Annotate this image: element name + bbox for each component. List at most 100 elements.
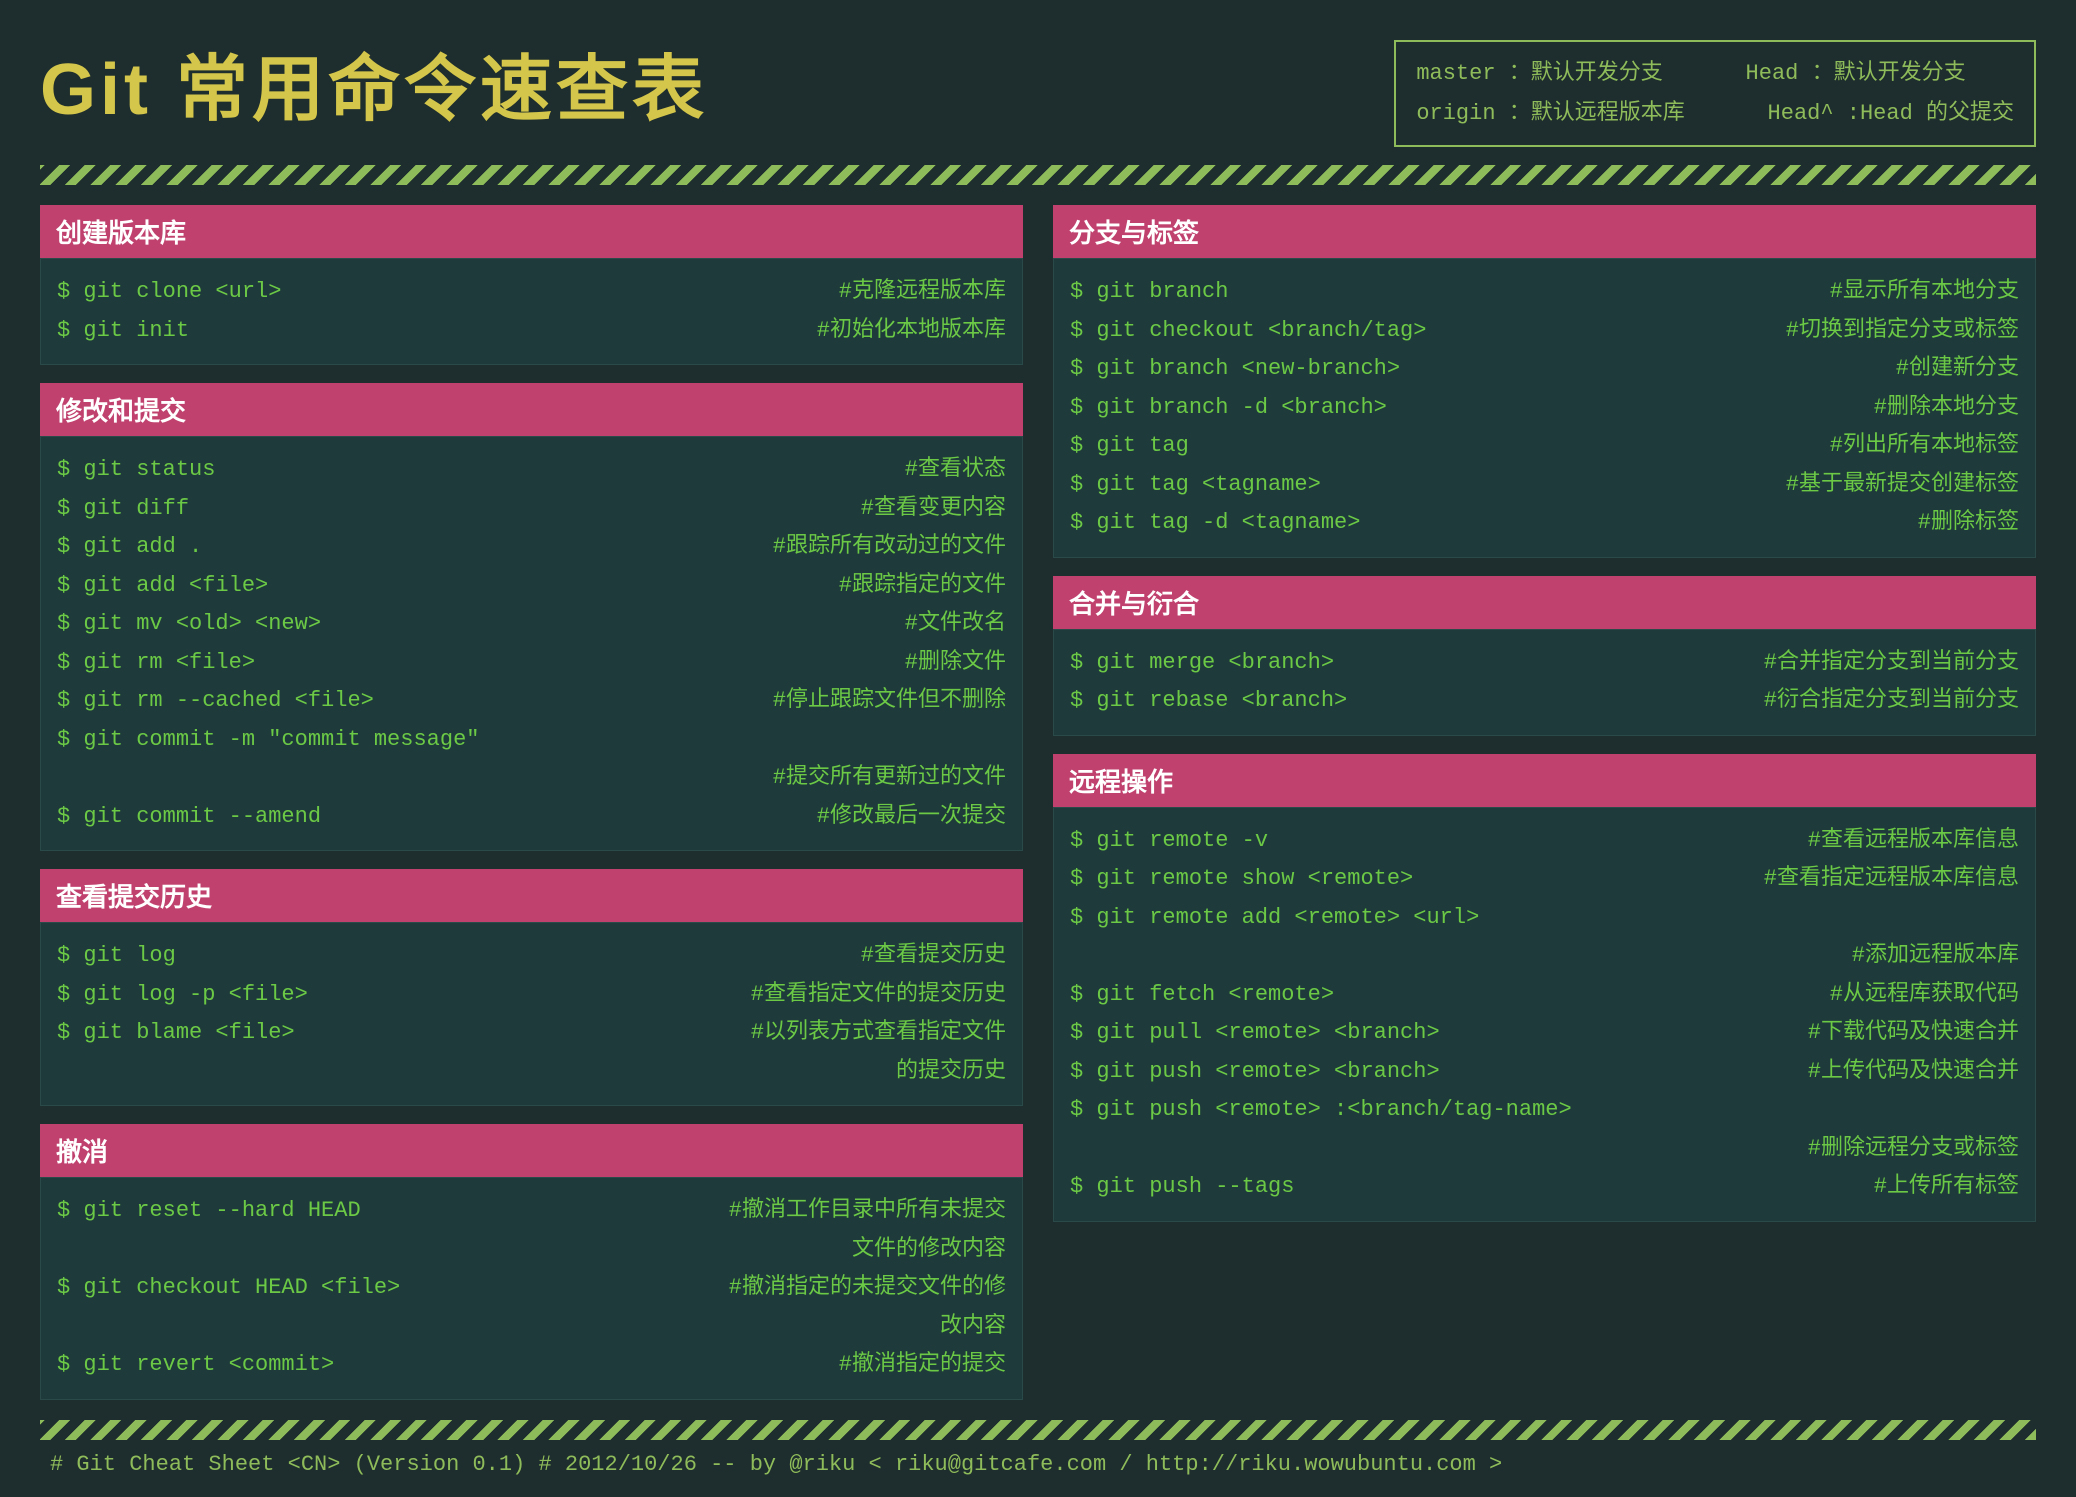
page-title: Git 常用命令速查表 — [40, 30, 708, 135]
section-remote-body: $ git remote -v #查看远程版本库信息 $ git remote … — [1053, 807, 2036, 1222]
cmd-row: $ git add . #跟踪所有改动过的文件 — [57, 528, 1006, 567]
cmd-row: $ git push --tags #上传所有标签 — [1070, 1168, 2019, 1207]
cmd-text: $ git pull <remote> <branch> — [1070, 1014, 1440, 1053]
cmd-row: $ git branch #显示所有本地分支 — [1070, 273, 2019, 312]
cmd-row: $ git log #查看提交历史 — [57, 937, 1006, 976]
cmd-text: $ git remote show <remote> — [1070, 860, 1413, 899]
cmd-text: $ git remote add <remote> <url> — [1070, 899, 1479, 938]
cmd-text: $ git blame <file> — [57, 1014, 295, 1053]
cmd-text: $ git commit --amend — [57, 798, 321, 837]
page-wrapper: Git 常用命令速查表 master ：默认开发分支 Head ：默认开发分支 … — [0, 0, 2076, 1497]
cmd-comment: #基于最新提交创建标签 — [1786, 466, 2019, 505]
right-column: 分支与标签 $ git branch #显示所有本地分支 $ git check… — [1053, 205, 2036, 1400]
section-view-history-title: 查看提交历史 — [40, 869, 1023, 922]
cmd-text: $ git commit -m "commit message" — [57, 721, 479, 760]
cmd-row: #添加远程版本库 — [1070, 937, 2019, 976]
cmd-text: $ git remote -v — [1070, 822, 1268, 861]
cmd-text: $ git fetch <remote> — [1070, 976, 1334, 1015]
cmd-text: $ git rm --cached <file> — [57, 682, 374, 721]
cmd-text: $ git branch -d <branch> — [1070, 389, 1387, 428]
cmd-row: $ git branch <new-branch> #创建新分支 — [1070, 350, 2019, 389]
cmd-text: $ git init — [57, 312, 189, 351]
cmd-text: $ git merge <branch> — [1070, 644, 1334, 683]
cmd-text: $ git tag — [1070, 427, 1189, 466]
cmd-comment: #查看远程版本库信息 — [1808, 822, 2019, 861]
cmd-row: $ git remote -v #查看远程版本库信息 — [1070, 822, 2019, 861]
cmd-row: $ git commit -m "commit message" — [57, 721, 1006, 760]
cmd-row: $ git rm <file> #删除文件 — [57, 644, 1006, 683]
cmd-row: $ git clone <url> #克隆远程版本库 — [57, 273, 1006, 312]
cmd-row: $ git reset --hard HEAD #撤消工作目录中所有未提交 — [57, 1192, 1006, 1231]
cmd-text: $ git status — [57, 451, 215, 490]
section-undo: 撤消 $ git reset --hard HEAD #撤消工作目录中所有未提交… — [40, 1124, 1023, 1400]
cmd-comment: #删除标签 — [1918, 504, 2019, 543]
cmd-comment: #显示所有本地分支 — [1830, 273, 2019, 312]
cmd-comment: #查看指定远程版本库信息 — [1764, 860, 2019, 899]
legend-row-1: master ：默认开发分支 Head ：默认开发分支 — [1416, 54, 2014, 94]
cmd-row: #提交所有更新过的文件 — [57, 759, 1006, 798]
section-modify-commit-title: 修改和提交 — [40, 383, 1023, 436]
cmd-comment: #查看指定文件的提交历史 — [751, 976, 1006, 1015]
cmd-comment: #查看提交历史 — [861, 937, 1006, 976]
cmd-comment: #跟踪所有改动过的文件 — [773, 528, 1006, 567]
section-modify-commit-body: $ git status #查看状态 $ git diff #查看变更内容 $ … — [40, 436, 1023, 851]
cmd-row: $ git tag -d <tagname> #删除标签 — [1070, 504, 2019, 543]
cmd-text: $ git mv <old> <new> — [57, 605, 321, 644]
section-create-repo: 创建版本库 $ git clone <url> #克隆远程版本库 $ git i… — [40, 205, 1023, 365]
cmd-row: $ git merge <branch> #合并指定分支到当前分支 — [1070, 644, 2019, 683]
top-divider — [40, 165, 2036, 185]
cmd-comment: #提交所有更新过的文件 — [773, 759, 1006, 798]
section-branch-tag-title: 分支与标签 — [1053, 205, 2036, 258]
legend-head: Head ：默认开发分支 — [1693, 54, 1966, 94]
section-modify-commit: 修改和提交 $ git status #查看状态 $ git diff #查看变… — [40, 383, 1023, 851]
footer-text: # Git Cheat Sheet <CN> (Version 0.1) # 2… — [40, 1452, 2036, 1477]
cmd-text: $ git push <remote> <branch> — [1070, 1053, 1440, 1092]
cmd-comment: #初始化本地版本库 — [817, 312, 1006, 351]
section-branch-tag-body: $ git branch #显示所有本地分支 $ git checkout <b… — [1053, 258, 2036, 558]
cmd-row: $ git pull <remote> <branch> #下载代码及快速合并 — [1070, 1014, 2019, 1053]
cmd-row: $ git fetch <remote> #从远程库获取代码 — [1070, 976, 2019, 1015]
cmd-text: $ git rebase <branch> — [1070, 682, 1347, 721]
cmd-comment: #克隆远程版本库 — [839, 273, 1006, 312]
cmd-comment: #撤消指定的未提交文件的修 — [729, 1269, 1006, 1308]
cmd-comment: #删除远程分支或标签 — [1808, 1130, 2019, 1169]
legend-row-2: origin ：默认远程版本库 Head^ :Head 的父提交 — [1416, 94, 2014, 134]
cmd-comment: #衍合指定分支到当前分支 — [1764, 682, 2019, 721]
cmd-row: $ git revert <commit> #撤消指定的提交 — [57, 1346, 1006, 1385]
bottom-divider — [40, 1420, 2036, 1440]
legend-master: master ：默认开发分支 — [1416, 54, 1662, 94]
cmd-text: $ git branch — [1070, 273, 1228, 312]
main-columns: 创建版本库 $ git clone <url> #克隆远程版本库 $ git i… — [40, 205, 2036, 1400]
cmd-row: $ git checkout HEAD <file> #撤消指定的未提交文件的修 — [57, 1269, 1006, 1308]
section-view-history-body: $ git log #查看提交历史 $ git log -p <file> #查… — [40, 922, 1023, 1106]
cmd-row: $ git remote add <remote> <url> — [1070, 899, 2019, 938]
cmd-row: 的提交历史 — [57, 1053, 1006, 1092]
cmd-comment: #合并指定分支到当前分支 — [1764, 644, 2019, 683]
cmd-text: $ git revert <commit> — [57, 1346, 334, 1385]
cmd-text: $ git add . — [57, 528, 202, 567]
cmd-comment: #上传代码及快速合并 — [1808, 1053, 2019, 1092]
cmd-comment: #删除本地分支 — [1874, 389, 2019, 428]
cmd-text: $ git branch <new-branch> — [1070, 350, 1400, 389]
cmd-row: $ git branch -d <branch> #删除本地分支 — [1070, 389, 2019, 428]
section-create-repo-title: 创建版本库 — [40, 205, 1023, 258]
left-column: 创建版本库 $ git clone <url> #克隆远程版本库 $ git i… — [40, 205, 1023, 1400]
cmd-row: $ git push <remote> <branch> #上传代码及快速合并 — [1070, 1053, 2019, 1092]
cmd-row: 改内容 — [57, 1308, 1006, 1347]
cmd-row: $ git commit --amend #修改最后一次提交 — [57, 798, 1006, 837]
section-merge-rebase: 合并与衍合 $ git merge <branch> #合并指定分支到当前分支 … — [1053, 576, 2036, 736]
cmd-comment: #创建新分支 — [1896, 350, 2019, 389]
section-undo-title: 撤消 — [40, 1124, 1023, 1177]
cmd-comment: #以列表方式查看指定文件 — [751, 1014, 1006, 1053]
cmd-text: $ git clone <url> — [57, 273, 281, 312]
cmd-row: $ git tag <tagname> #基于最新提交创建标签 — [1070, 466, 2019, 505]
cmd-text: $ git tag <tagname> — [1070, 466, 1321, 505]
cmd-comment: #下载代码及快速合并 — [1808, 1014, 2019, 1053]
cmd-row: $ git tag #列出所有本地标签 — [1070, 427, 2019, 466]
cmd-text: $ git push --tags — [1070, 1168, 1294, 1207]
cmd-text: $ git rm <file> — [57, 644, 255, 683]
cmd-text: $ git diff — [57, 490, 189, 529]
cmd-comment: #添加远程版本库 — [1852, 937, 2019, 976]
cmd-comment: #修改最后一次提交 — [817, 798, 1006, 837]
cmd-comment: 改内容 — [940, 1308, 1006, 1347]
